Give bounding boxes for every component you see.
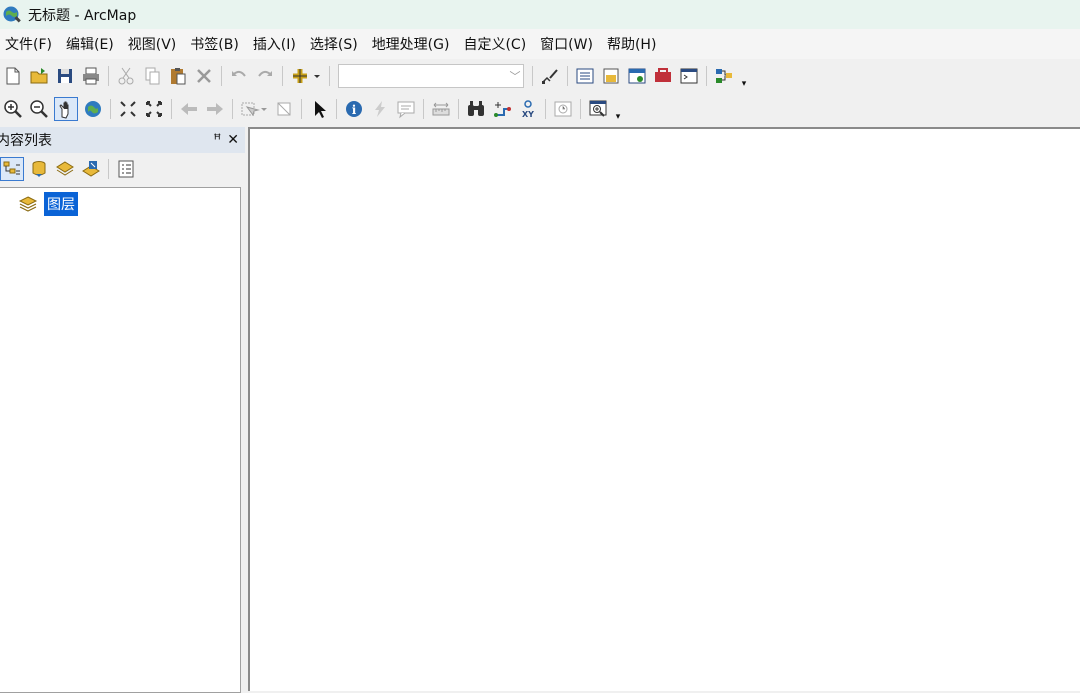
toolbar-separator bbox=[532, 66, 533, 86]
window-title: 无标题 - ArcMap bbox=[28, 7, 137, 24]
toc-header: 内容列表 ꟸ ✕ bbox=[0, 127, 245, 153]
clear-selection-icon[interactable] bbox=[273, 98, 295, 120]
close-icon[interactable]: ✕ bbox=[227, 132, 239, 148]
toc-title: 内容列表 bbox=[0, 133, 52, 149]
toolbar-options-grip[interactable]: ▾ bbox=[613, 96, 623, 122]
toolbar-separator bbox=[232, 99, 233, 119]
copy-icon[interactable] bbox=[141, 65, 163, 87]
toolbar-separator bbox=[110, 99, 111, 119]
cut-icon[interactable] bbox=[115, 65, 137, 87]
toolbar-separator bbox=[108, 66, 109, 86]
menu-bookmarks[interactable]: 书签(B) bbox=[185, 34, 248, 54]
python-window-icon[interactable] bbox=[678, 65, 700, 87]
new-document-icon[interactable] bbox=[2, 65, 24, 87]
menu-edit[interactable]: 编辑(E) bbox=[61, 34, 123, 54]
time-slider-icon[interactable] bbox=[552, 98, 574, 120]
hyperlink-bolt-icon[interactable] bbox=[369, 98, 391, 120]
forward-arrow-icon[interactable] bbox=[204, 98, 226, 120]
svg-text:XY: XY bbox=[522, 110, 534, 119]
menu-selection[interactable]: 选择(S) bbox=[305, 34, 367, 54]
chevron-down-icon[interactable]: ﹀ bbox=[507, 68, 523, 84]
toolbar-separator bbox=[282, 66, 283, 86]
menu-view[interactable]: 视图(V) bbox=[123, 34, 186, 54]
menu-geoprocessing[interactable]: 地理处理(G) bbox=[367, 34, 459, 54]
select-elements-pointer-icon[interactable] bbox=[308, 98, 330, 120]
toolbar-separator bbox=[301, 99, 302, 119]
fixed-zoom-in-icon[interactable] bbox=[117, 98, 139, 120]
list-by-source-icon[interactable] bbox=[28, 158, 50, 180]
toolbar-separator bbox=[221, 66, 222, 86]
table-of-contents-icon[interactable] bbox=[574, 65, 596, 87]
toc-window-controls: ꟸ ✕ bbox=[213, 132, 239, 148]
toc-toolbar bbox=[0, 153, 245, 185]
list-by-visibility-icon[interactable] bbox=[54, 158, 76, 180]
go-to-xy-icon[interactable]: XY bbox=[517, 98, 539, 120]
toolbar-options-grip[interactable]: ▾ bbox=[739, 63, 749, 89]
menu-file[interactable]: 文件(F) bbox=[0, 34, 61, 54]
menu-insert[interactable]: 插入(I) bbox=[248, 34, 305, 54]
table-of-contents-panel: 内容列表 ꟸ ✕ 图层 bbox=[0, 127, 245, 693]
layers-root-node[interactable]: 图层 bbox=[18, 192, 78, 216]
back-arrow-icon[interactable] bbox=[178, 98, 200, 120]
list-by-selection-icon[interactable] bbox=[80, 158, 102, 180]
menu-help[interactable]: 帮助(H) bbox=[602, 34, 665, 54]
arcmap-app-icon bbox=[3, 6, 21, 23]
select-features-icon[interactable] bbox=[239, 98, 269, 120]
standard-toolbar: ﹀ ▾ bbox=[0, 60, 775, 92]
toc-options-icon[interactable] bbox=[115, 158, 137, 180]
toolbar-separator bbox=[458, 99, 459, 119]
arctoolbox-icon[interactable] bbox=[652, 65, 674, 87]
toolbar-separator bbox=[171, 99, 172, 119]
measure-icon[interactable] bbox=[430, 98, 452, 120]
layers-stack-icon bbox=[18, 196, 38, 212]
toolbar-separator bbox=[567, 66, 568, 86]
catalog-icon[interactable] bbox=[600, 65, 622, 87]
tools-toolbar: i XY ▾ bbox=[0, 93, 660, 125]
svg-text:i: i bbox=[352, 103, 357, 117]
editor-toolbar-icon[interactable] bbox=[539, 65, 561, 87]
toolbar-separator bbox=[336, 99, 337, 119]
toc-tree: 图层 bbox=[0, 187, 241, 693]
pan-hand-icon[interactable] bbox=[54, 97, 78, 121]
undo-icon[interactable] bbox=[228, 65, 250, 87]
modelbuilder-icon[interactable] bbox=[713, 65, 735, 87]
toolbar-separator bbox=[545, 99, 546, 119]
pin-icon[interactable]: ꟸ bbox=[213, 132, 221, 148]
menu-customize[interactable]: 自定义(C) bbox=[458, 34, 535, 54]
zoom-in-icon[interactable] bbox=[2, 98, 24, 120]
find-binoculars-icon[interactable] bbox=[465, 98, 487, 120]
print-icon[interactable] bbox=[80, 65, 102, 87]
full-extent-globe-icon[interactable] bbox=[82, 98, 104, 120]
toolbar-separator bbox=[329, 66, 330, 86]
toolbar-separator bbox=[108, 159, 109, 179]
open-folder-icon[interactable] bbox=[28, 65, 50, 87]
add-data-icon[interactable] bbox=[289, 65, 323, 87]
menu-windows[interactable]: 窗口(W) bbox=[535, 34, 602, 54]
fixed-zoom-out-icon[interactable] bbox=[143, 98, 165, 120]
title-bar: 无标题 - ArcMap bbox=[0, 0, 1080, 29]
redo-icon[interactable] bbox=[254, 65, 276, 87]
delete-icon[interactable] bbox=[193, 65, 215, 87]
map-scale-combo[interactable]: ﹀ bbox=[338, 64, 524, 88]
layers-root-label[interactable]: 图层 bbox=[44, 192, 78, 216]
find-route-icon[interactable] bbox=[491, 98, 513, 120]
toolbar-separator bbox=[706, 66, 707, 86]
list-by-drawing-order-icon[interactable] bbox=[0, 157, 24, 181]
html-popup-icon[interactable] bbox=[395, 98, 417, 120]
zoom-out-icon[interactable] bbox=[28, 98, 50, 120]
toolbar-separator bbox=[423, 99, 424, 119]
paste-icon[interactable] bbox=[167, 65, 189, 87]
magnifier-window-icon[interactable] bbox=[587, 98, 609, 120]
save-icon[interactable] bbox=[54, 65, 76, 87]
search-window-icon[interactable] bbox=[626, 65, 648, 87]
menu-bar: 文件(F) 编辑(E) 视图(V) 书签(B) 插入(I) 选择(S) 地理处理… bbox=[0, 29, 1080, 59]
identify-icon[interactable]: i bbox=[343, 98, 365, 120]
toolbar-separator bbox=[580, 99, 581, 119]
map-display-area[interactable] bbox=[248, 127, 1080, 691]
